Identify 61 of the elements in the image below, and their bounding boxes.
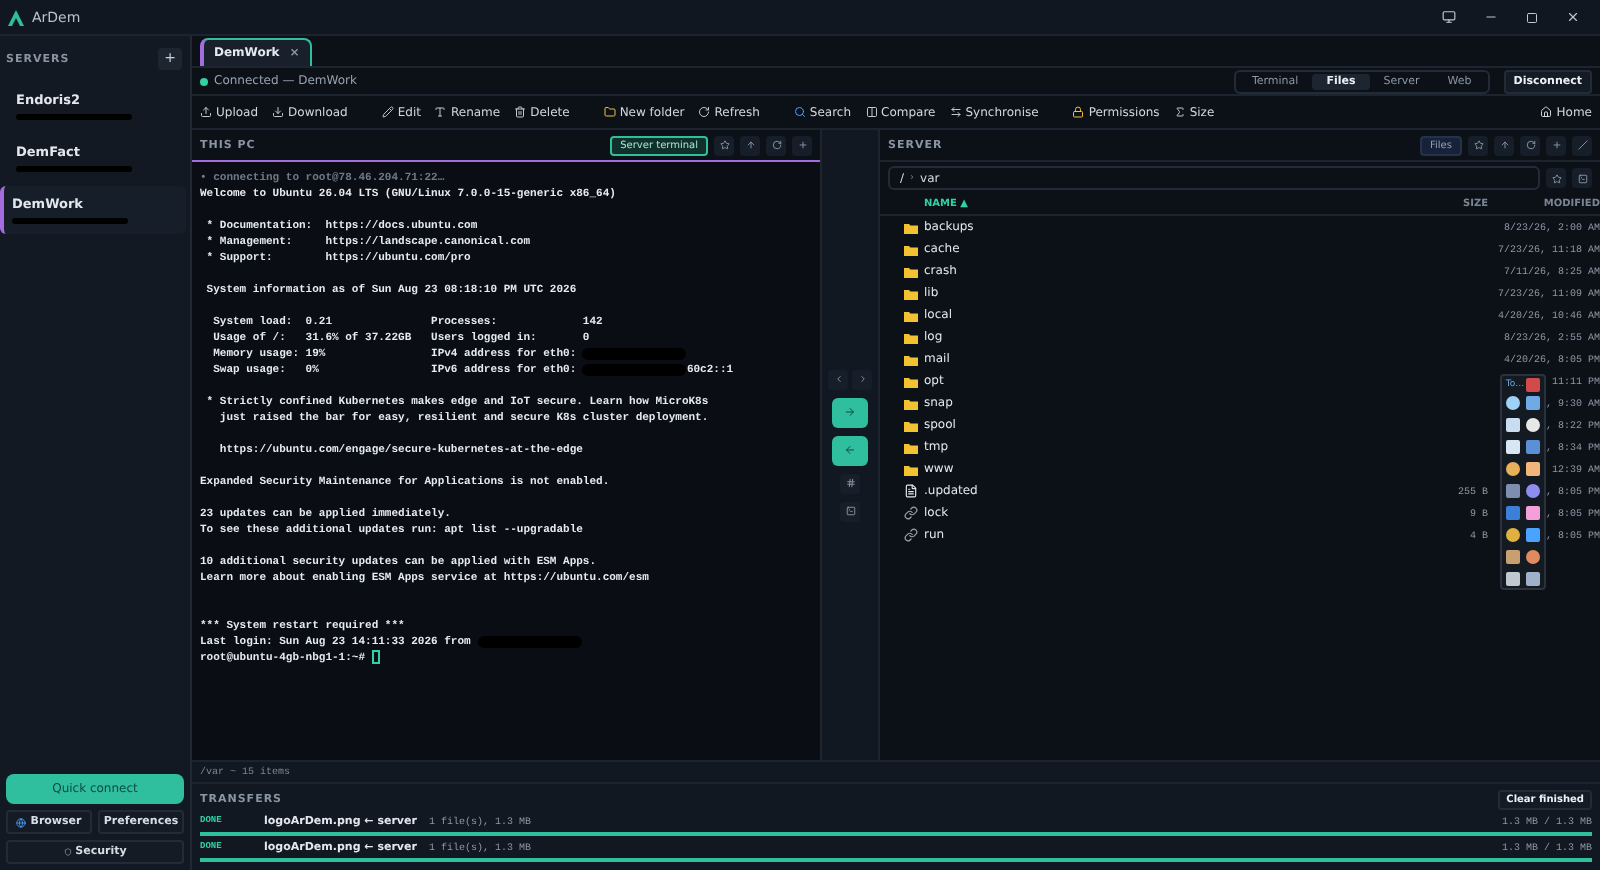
app-logo-icon (8, 9, 24, 25)
pencil-icon (381, 106, 394, 118)
plus-icon (797, 140, 807, 150)
upload-icon (200, 106, 212, 118)
star-icon (719, 140, 729, 150)
cursor (371, 650, 380, 665)
lock-icon (1072, 106, 1085, 118)
home-icon (1540, 106, 1553, 118)
plus-icon (1551, 140, 1561, 150)
up-button[interactable] (740, 135, 760, 155)
download-arrow-button[interactable] (832, 435, 868, 465)
folder-icon (603, 106, 616, 118)
arrow-left-icon (844, 444, 856, 456)
star-button[interactable] (1546, 168, 1566, 188)
redaction-mark (12, 218, 128, 224)
minimize-icon[interactable] (1484, 10, 1498, 24)
palette-close-button[interactable] (1526, 378, 1541, 392)
upload-arrow-button[interactable] (832, 397, 868, 427)
terminal-icon (845, 506, 855, 516)
arrow-right-icon (844, 406, 856, 418)
refresh-icon (698, 106, 711, 118)
add-button[interactable] (792, 135, 812, 155)
refresh-button[interactable] (1520, 135, 1540, 155)
star-icon (1473, 140, 1483, 150)
redaction-mark (16, 114, 132, 120)
star-button[interactable] (1468, 135, 1488, 155)
link-icon (904, 506, 918, 520)
text-icon (434, 106, 447, 118)
star-button[interactable] (714, 135, 734, 155)
terminal-button[interactable] (1572, 168, 1592, 188)
search-icon (793, 106, 806, 118)
chevron-left-icon (833, 374, 843, 384)
columns-icon (865, 106, 878, 118)
file-icon (904, 484, 918, 498)
terminal-icon (1577, 173, 1587, 183)
trash-icon (514, 106, 527, 118)
redaction-mark (16, 166, 132, 172)
arrows-icon (949, 106, 962, 118)
close-icon[interactable] (1566, 10, 1580, 24)
add-button[interactable] (1546, 135, 1566, 155)
refresh-icon (1525, 140, 1535, 150)
sigma-icon (1173, 106, 1186, 118)
globe-icon (16, 817, 27, 827)
terminal[interactable] (192, 162, 820, 760)
shield-icon (63, 848, 72, 856)
star-icon (1551, 173, 1561, 183)
arrow-up-icon (745, 140, 755, 150)
slash-button[interactable] (1572, 135, 1592, 155)
hash-icon (845, 478, 855, 488)
terminal-button[interactable] (840, 501, 860, 521)
download-icon (272, 106, 285, 118)
maximize-icon[interactable] (1526, 11, 1538, 23)
chevron-right-icon (857, 374, 867, 384)
screen-icon[interactable] (1442, 10, 1456, 24)
refresh-icon (771, 140, 781, 150)
link-icon (904, 528, 918, 542)
arrow-up-icon (1499, 140, 1509, 150)
slash-icon (1577, 140, 1587, 150)
hash-button[interactable] (840, 473, 860, 493)
up-button[interactable] (1494, 135, 1514, 155)
refresh-button[interactable] (766, 135, 786, 155)
